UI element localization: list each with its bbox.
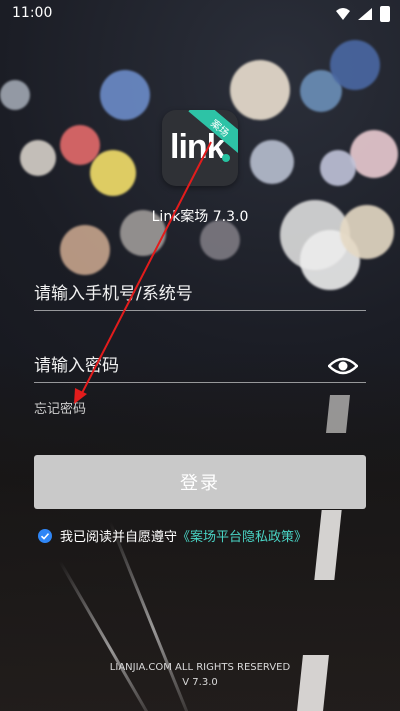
- bokeh-light: [200, 220, 240, 260]
- signal-icon: [358, 8, 372, 20]
- status-icons: [336, 6, 390, 22]
- footer-rights: LIANJIA.COM ALL RIGHTS RESERVED: [109, 662, 291, 673]
- check-icon: [40, 532, 50, 540]
- bokeh-light: [230, 60, 290, 120]
- forgot-password-link[interactable]: 忘记密码: [34, 398, 86, 417]
- bokeh-light: [350, 130, 398, 178]
- status-bar: 11:00: [0, 0, 400, 28]
- password-input[interactable]: [34, 350, 366, 382]
- app-logo: link 案场: [162, 110, 238, 186]
- eye-icon[interactable]: [328, 355, 358, 377]
- agreement-checkbox[interactable]: [38, 528, 52, 543]
- bokeh-light: [60, 125, 100, 165]
- battery-icon: [380, 6, 390, 22]
- bokeh-light: [90, 150, 136, 196]
- status-time: 11:00: [12, 5, 53, 21]
- bokeh-light: [250, 140, 294, 184]
- bokeh-light: [60, 225, 110, 275]
- password-input-row: [34, 350, 366, 383]
- footer-version: V 7.3.0: [182, 677, 218, 688]
- phone-input[interactable]: [34, 278, 366, 310]
- logo-dot: [222, 154, 230, 162]
- bokeh-light: [100, 70, 150, 120]
- login-button[interactable]: 登录: [34, 455, 366, 509]
- app-name-version: Link案场 7.3.0: [151, 209, 249, 225]
- bokeh-light: [0, 80, 30, 110]
- lane-marking: [326, 395, 350, 433]
- footer: LIANJIA.COM ALL RIGHTS RESERVED V 7.3.0: [0, 660, 400, 690]
- phone-input-row: [34, 278, 366, 311]
- wifi-icon: [336, 8, 350, 20]
- bokeh-light: [20, 140, 56, 176]
- agreement-row: 我已阅读并自愿遵守 《案场平台隐私政策》: [38, 526, 307, 545]
- bokeh-light: [330, 40, 380, 90]
- agreement-text: 我已阅读并自愿遵守: [60, 530, 178, 545]
- privacy-policy-link[interactable]: 《案场平台隐私政策》: [177, 526, 307, 545]
- bokeh-light: [320, 150, 356, 186]
- login-screen: 11:00 link 案场 Link案场 7.3.0 忘记密码 登录 我已阅读并…: [0, 0, 400, 711]
